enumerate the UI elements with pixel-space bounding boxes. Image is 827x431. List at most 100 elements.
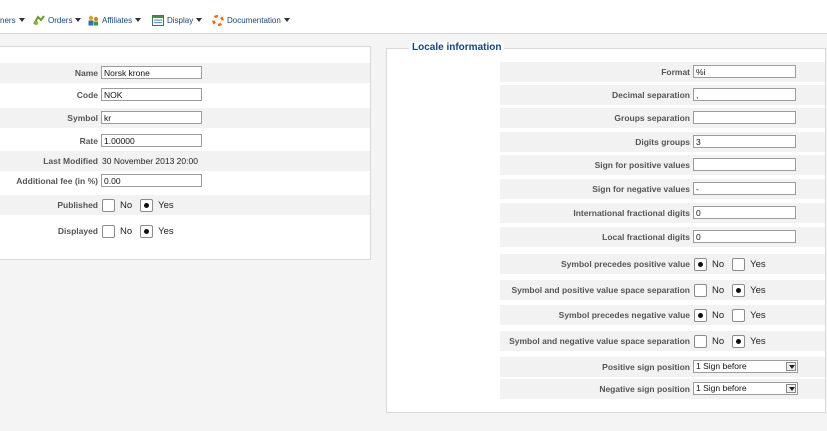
displayed-label: Displayed <box>57 226 98 236</box>
radio-yes-label: Yes <box>750 335 766 347</box>
format-label: Format <box>661 67 690 77</box>
radio-yes-label: Yes <box>750 284 766 296</box>
intl-fractional-input[interactable] <box>693 206 796 219</box>
published-label: Published <box>57 200 98 210</box>
radio-yes-label: Yes <box>750 309 766 321</box>
negative-space-separation-yes-radio[interactable] <box>732 334 746 348</box>
local-fractional-input[interactable] <box>693 230 796 243</box>
chevron-down-icon <box>283 18 290 22</box>
symbol-precedes-positive-row: Symbol precedes positive value No Yes <box>500 254 825 274</box>
menu-display-label: Display <box>167 15 194 25</box>
displayed-radio-group: No Yes <box>102 223 182 239</box>
displayed-row: Displayed No Yes <box>0 221 370 241</box>
radio-no-label: No <box>712 309 725 321</box>
name-input[interactable] <box>101 66 202 79</box>
code-row: Code <box>0 85 370 105</box>
digits-groups-input[interactable] <box>693 135 796 148</box>
negative-sign-position-select[interactable]: 1 Sign before <box>693 382 798 395</box>
negative-space-separation-row: Symbol and negative value space separati… <box>500 331 825 351</box>
menu-affiliates[interactable]: Affiliates <box>87 14 142 26</box>
published-no-label: No <box>120 199 133 211</box>
name-row: Name <box>0 63 370 83</box>
rate-label: Rate <box>79 136 98 146</box>
negative-space-separation-no-radio[interactable] <box>694 334 707 348</box>
local-fractional-row: Local fractional digits <box>500 227 825 247</box>
positive-sign-position-value: 1 Sign before <box>696 361 747 371</box>
radio-yes-label: Yes <box>750 258 766 270</box>
sign-negative-row: Sign for negative values <box>500 179 825 199</box>
symbol-precedes-negative-row: Symbol precedes negative value No Yes <box>500 305 825 325</box>
digits-groups-row: Digits groups <box>500 132 825 152</box>
last-modified-label: Last Modified <box>43 156 98 166</box>
displayed-yes-radio[interactable] <box>140 224 154 238</box>
menu-affiliates-label: Affiliates <box>102 15 133 25</box>
name-label: Name <box>74 68 98 78</box>
chevron-down-icon <box>75 18 82 22</box>
menu-customers[interactable]: ners <box>0 14 25 26</box>
decimal-row: Decimal separation <box>500 85 825 105</box>
positive-space-separation-row: Symbol and positive value space separati… <box>500 280 825 300</box>
radio-no-label: No <box>712 284 725 296</box>
symbol-precedes-positive-no-radio[interactable] <box>694 257 707 271</box>
symbol-precedes-negative-no-radio[interactable] <box>694 308 707 322</box>
sign-negative-label: Sign for negative values <box>592 184 690 194</box>
symbol-precedes-negative-label: Symbol precedes negative value <box>558 310 690 320</box>
groups-input[interactable] <box>693 111 796 124</box>
intl-fractional-row: International fractional digits <box>500 203 825 223</box>
affiliates-icon <box>87 15 99 26</box>
positive-space-separation-label: Symbol and positive value space separati… <box>511 285 690 295</box>
lifebuoy-icon <box>212 14 224 26</box>
menu-orders-label: Orders <box>48 15 73 25</box>
sign-positive-row: Sign for positive values <box>500 155 825 175</box>
menu-documentation[interactable]: Documentation <box>212 14 290 26</box>
symbol-precedes-positive-yes-radio[interactable] <box>732 257 746 271</box>
symbol-precedes-positive-label: Symbol precedes positive value <box>561 259 690 269</box>
fee-row: Additional fee (in %) <box>0 171 370 191</box>
negative-space-separation-label: Symbol and negative value space separati… <box>509 336 690 346</box>
symbol-row: Symbol <box>0 108 370 128</box>
dropdown-arrow-icon[interactable] <box>786 362 796 371</box>
chevron-down-icon <box>18 18 25 22</box>
positive-space-separation-yes-radio[interactable] <box>732 283 746 297</box>
code-label: Code <box>76 90 98 100</box>
sign-positive-label: Sign for positive values <box>594 160 690 170</box>
groups-row: Groups separation <box>500 108 825 128</box>
locale-panel: Locale information Format Decimal separa… <box>386 42 826 413</box>
sign-negative-input[interactable] <box>693 182 796 195</box>
code-input[interactable] <box>101 88 202 101</box>
positive-sign-position-select[interactable]: 1 Sign before <box>693 360 798 373</box>
negative-sign-position-row: Negative sign position 1 Sign before <box>500 379 825 399</box>
menu-customers-label: ners <box>0 15 16 25</box>
displayed-yes-label: Yes <box>158 225 174 237</box>
negative-sign-position-value: 1 Sign before <box>696 383 747 393</box>
chevron-down-icon <box>135 18 142 22</box>
positive-sign-position-row: Positive sign position 1 Sign before <box>500 357 825 377</box>
symbol-precedes-negative-radio-group: No Yes <box>694 307 774 323</box>
format-input[interactable] <box>693 65 796 78</box>
positive-space-separation-radio-group: No Yes <box>694 282 774 298</box>
displayed-no-radio[interactable] <box>102 224 115 238</box>
fee-label: Additional fee (in %) <box>16 176 98 186</box>
dropdown-arrow-icon[interactable] <box>786 384 796 393</box>
fee-input[interactable] <box>101 174 202 187</box>
menu-orders[interactable]: Orders <box>33 14 82 26</box>
symbol-label: Symbol <box>67 113 98 123</box>
decimal-label: Decimal separation <box>612 90 690 100</box>
symbol-precedes-negative-yes-radio[interactable] <box>732 308 746 322</box>
published-yes-radio[interactable] <box>140 198 154 212</box>
chevron-down-icon <box>196 18 203 22</box>
rate-input[interactable] <box>101 134 202 147</box>
digits-groups-label: Digits groups <box>635 137 690 147</box>
rate-row: Rate <box>0 131 370 151</box>
symbol-input[interactable] <box>101 111 202 124</box>
display-icon <box>152 14 164 26</box>
radio-no-label: No <box>712 258 725 270</box>
format-row: Format <box>500 62 825 82</box>
published-no-radio[interactable] <box>102 198 115 212</box>
positive-space-separation-no-radio[interactable] <box>694 283 707 297</box>
last-modified-value: 30 November 2013 20:00 <box>102 156 198 166</box>
decimal-input[interactable] <box>693 88 796 101</box>
radio-no-label: No <box>712 335 725 347</box>
sign-positive-input[interactable] <box>693 158 796 171</box>
menu-display[interactable]: Display <box>152 14 203 26</box>
